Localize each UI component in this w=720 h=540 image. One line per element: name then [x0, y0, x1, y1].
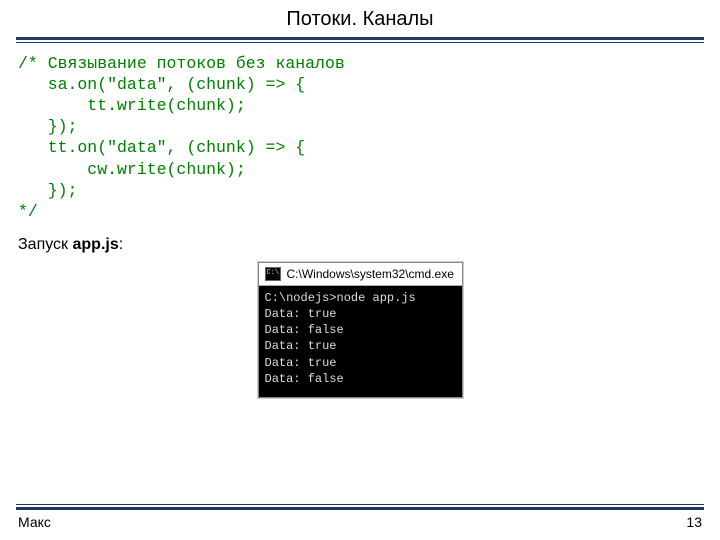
code-line: }); — [18, 117, 77, 136]
code-line: cw.write(chunk); — [18, 160, 246, 179]
launch-suffix: : — [119, 236, 123, 253]
launch-filename: app.js — [73, 236, 119, 253]
divider-bottom-thin — [16, 504, 704, 505]
footer-author: Макс — [18, 514, 51, 530]
slide-title: Потоки. Каналы — [0, 8, 720, 31]
divider-top-thin — [16, 42, 704, 43]
terminal-title-text: C:\Windows\system32\cmd.exe — [287, 267, 454, 281]
terminal-titlebar: C:\Windows\system32\cmd.exe — [259, 263, 462, 286]
code-line: /* Связывание потоков без каналов — [18, 54, 345, 73]
code-line: }); — [18, 181, 77, 200]
launch-label: Запуск app.js: — [18, 236, 702, 254]
slide-footer: Макс 13 — [0, 504, 720, 530]
terminal-output: C:\nodejs>node app.js Data: true Data: f… — [259, 286, 462, 397]
code-line: sa.on("data", (chunk) => { — [18, 75, 305, 94]
page-number: 13 — [686, 514, 702, 530]
footer-row: Макс 13 — [0, 514, 720, 530]
terminal-window: C:\Windows\system32\cmd.exe C:\nodejs>no… — [258, 262, 463, 398]
divider-top-thick — [16, 37, 704, 40]
code-line: */ — [18, 202, 38, 221]
cmd-icon — [265, 267, 281, 281]
terminal-container: C:\Windows\system32\cmd.exe C:\nodejs>no… — [18, 262, 702, 398]
code-line: tt.write(chunk); — [18, 96, 246, 115]
launch-prefix: Запуск — [18, 236, 73, 253]
divider-bottom-thick — [16, 507, 704, 510]
slide-content: /* Связывание потоков без каналов sa.on(… — [0, 53, 720, 398]
code-line: tt.on("data", (chunk) => { — [18, 138, 305, 157]
slide-header: Потоки. Каналы — [0, 0, 720, 37]
code-block: /* Связывание потоков без каналов sa.on(… — [18, 53, 702, 222]
